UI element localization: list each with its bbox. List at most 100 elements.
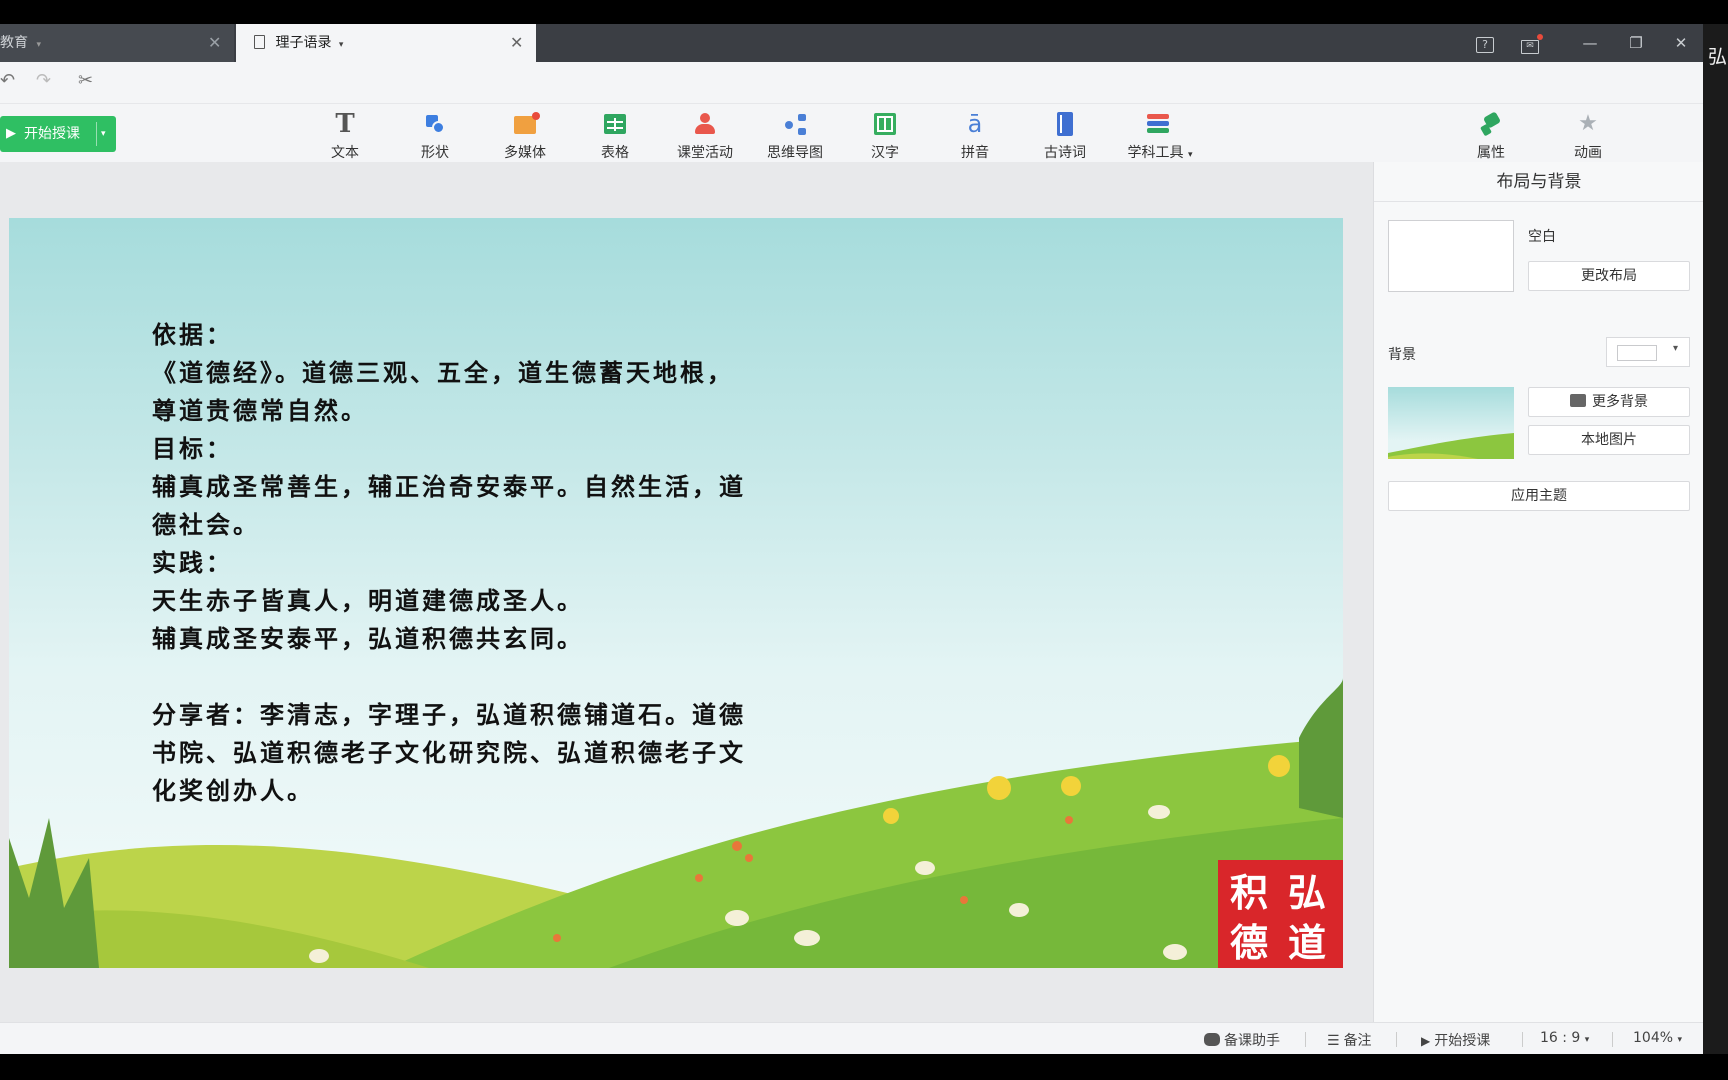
- image-icon: [1570, 394, 1586, 407]
- notes-button[interactable]: ☰ 备注: [1327, 1030, 1372, 1050]
- tool-label: 思维导图: [767, 145, 823, 161]
- chevron-down-icon: ▾: [1677, 1035, 1683, 1045]
- text-line: 《道德经》。道德三观、五全，道生德蓄天地根，: [152, 358, 734, 387]
- play-icon: ▶: [6, 126, 16, 141]
- status-bar: 备课助手 ☰ 备注 ▶ 开始授课 16 : 9 ▾ 104% ▾: [0, 1022, 1703, 1054]
- text-line: 尊道贵德常自然。: [152, 396, 368, 425]
- layout-name: 空白: [1528, 229, 1556, 245]
- hanzi-grid-icon: [873, 112, 897, 136]
- start-class-button[interactable]: ▶ 开始授课 ▾: [0, 116, 116, 152]
- tool-label: 文本: [331, 145, 359, 161]
- tool-properties[interactable]: 属性: [1451, 108, 1531, 161]
- mindmap-icon: [783, 112, 807, 136]
- background-color-picker[interactable]: ▾: [1606, 337, 1690, 367]
- app-window: 教育 ▾ ✕ 理子语录 ▾ ✕ ? ✉ — ❐ ✕ ↶ ↷ ✂ ▶ 开始授课 ▾…: [0, 0, 1728, 1080]
- start-class-status-button[interactable]: ▶ 开始授课: [1421, 1030, 1490, 1050]
- star-icon: ★: [1578, 111, 1598, 136]
- tool-label: 表格: [601, 145, 629, 161]
- lesson-assistant-button[interactable]: 备课助手: [1204, 1030, 1280, 1050]
- minimize-icon[interactable]: —: [1577, 31, 1603, 55]
- seal-stamp: 弘 道 积 德: [1218, 860, 1343, 968]
- change-layout-button[interactable]: 更改布局: [1528, 261, 1690, 291]
- tool-hanzi[interactable]: 汉字: [845, 108, 925, 161]
- robot-icon: [1204, 1033, 1220, 1046]
- tool-pinyin[interactable]: ā 拼音: [935, 108, 1015, 161]
- activity-icon: [693, 112, 717, 136]
- tool-text[interactable]: T 文本: [305, 108, 385, 161]
- text-icon: T: [335, 109, 355, 139]
- chevron-down-icon: ▾: [1187, 150, 1193, 160]
- tool-label: 古诗词: [1044, 145, 1086, 161]
- shape-icon: [423, 112, 447, 136]
- text-line: 德社会。: [152, 510, 260, 539]
- notes-icon: ☰: [1327, 1033, 1340, 1049]
- tool-activity[interactable]: 课堂活动: [665, 108, 745, 161]
- text-line: 实践：: [152, 548, 233, 577]
- play-icon: ▶: [1421, 1034, 1431, 1048]
- background-thumbnail[interactable]: [1388, 387, 1514, 459]
- tab-lizi-quotes[interactable]: 理子语录 ▾ ✕: [236, 24, 536, 62]
- tool-label: 多媒体: [504, 145, 546, 161]
- adjacent-window-edge: [1703, 24, 1728, 1054]
- chevron-down-icon: ▾: [36, 40, 41, 50]
- text-line: [152, 658, 912, 696]
- redo-icon[interactable]: ↷: [36, 70, 51, 91]
- text-line: 辅真成圣安泰平，弘道积德共玄同。: [152, 624, 584, 653]
- tool-label: 课堂活动: [677, 145, 733, 161]
- tab-label: 理子语录: [275, 35, 332, 51]
- format-painter-icon[interactable]: ✂: [78, 70, 93, 91]
- slide-text-box[interactable]: 依据： 《道德经》。道德三观、五全，道生德蓄天地根， 尊道贵德常自然。 目标： …: [152, 316, 912, 810]
- chevron-down-icon: ▾: [1584, 1035, 1590, 1045]
- layout-thumbnail[interactable]: [1388, 220, 1514, 292]
- close-window-icon[interactable]: ✕: [1668, 31, 1694, 55]
- tool-label: 形状: [421, 145, 449, 161]
- edge-text: 弘: [1708, 46, 1728, 68]
- paint-brush-icon: [1479, 111, 1503, 137]
- text-line: 天生赤子皆真人，明道建德成圣人。: [152, 586, 584, 615]
- tool-subject[interactable]: 学科工具 ▾: [1115, 108, 1205, 161]
- layout-background-panel: 布局与背景 空白 更改布局 背景 ▾ 更多背景 本地图片 应用主题: [1373, 162, 1704, 1022]
- tool-poetry[interactable]: 古诗词: [1025, 108, 1105, 161]
- chevron-down-icon: ▾: [1673, 343, 1679, 354]
- text-line: 书院、弘道积德老子文化研究院、弘道积德老子文: [152, 738, 746, 767]
- chevron-down-icon[interactable]: ▾: [101, 116, 106, 152]
- document-icon: [254, 35, 265, 49]
- ribbon-toolbar: ▶ 开始授课 ▾ T 文本 形状 多媒体 表格 课堂活动 思维导图 汉字 ā 拼…: [0, 104, 1703, 162]
- mail-icon[interactable]: ✉: [1517, 31, 1543, 55]
- title-bar: 教育 ▾ ✕ 理子语录 ▾ ✕ ? ✉ — ❐ ✕: [0, 24, 1703, 62]
- panel-title: 布局与背景: [1374, 162, 1704, 202]
- tool-label: 汉字: [871, 145, 899, 161]
- tab-label: 教育: [0, 35, 28, 51]
- tool-shape[interactable]: 形状: [395, 108, 475, 161]
- pinyin-icon: ā: [967, 110, 983, 138]
- zoom-select[interactable]: 104% ▾: [1633, 1030, 1682, 1046]
- subject-tools-icon: [1146, 112, 1170, 136]
- apply-theme-button[interactable]: 应用主题: [1388, 481, 1690, 511]
- close-icon[interactable]: ✕: [208, 24, 221, 62]
- restore-icon[interactable]: ❐: [1623, 31, 1649, 55]
- undo-icon[interactable]: ↶: [0, 70, 15, 91]
- local-image-button[interactable]: 本地图片: [1528, 425, 1690, 455]
- text-line: 分享者：李清志，字理子，弘道积德铺道石。道德: [152, 700, 746, 729]
- media-icon: [513, 112, 540, 136]
- start-class-label: 开始授课: [24, 126, 80, 142]
- slide-canvas[interactable]: 依据： 《道德经》。道德三观、五全，道生德蓄天地根， 尊道贵德常自然。 目标： …: [9, 218, 1343, 968]
- more-backgrounds-button[interactable]: 更多背景: [1528, 387, 1690, 417]
- tab-education[interactable]: 教育 ▾ ✕: [0, 24, 234, 62]
- tool-media[interactable]: 多媒体: [485, 108, 565, 161]
- text-line: 依据：: [152, 320, 233, 349]
- tool-mindmap[interactable]: 思维导图: [755, 108, 835, 161]
- close-icon[interactable]: ✕: [510, 24, 523, 62]
- help-icon[interactable]: ?: [1472, 31, 1498, 55]
- text-line: 辅真成圣常善生，辅正治奇安泰平。自然生活，道: [152, 472, 746, 501]
- tool-table[interactable]: 表格: [575, 108, 655, 161]
- text-line: 目标：: [152, 434, 233, 463]
- background-label: 背景: [1388, 347, 1416, 363]
- tool-label: 动画: [1574, 145, 1602, 161]
- text-line: 化奖创办人。: [152, 776, 314, 805]
- tool-animation[interactable]: ★ 动画: [1548, 108, 1628, 162]
- table-icon: [603, 112, 627, 136]
- quick-access-bar: ↶ ↷ ✂: [0, 62, 1703, 104]
- tool-label: 属性: [1477, 145, 1505, 161]
- aspect-ratio-select[interactable]: 16 : 9 ▾: [1540, 1030, 1589, 1046]
